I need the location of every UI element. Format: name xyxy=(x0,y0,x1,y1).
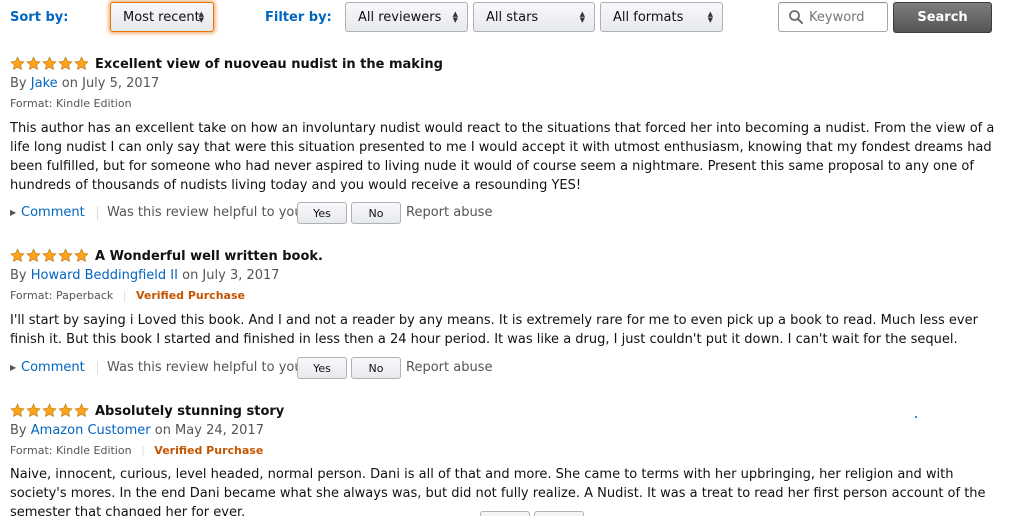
star-icon xyxy=(10,56,25,70)
author-link[interactable]: Amazon Customer xyxy=(31,423,151,438)
star-rating xyxy=(10,248,89,264)
review-byline: By Amazon Customer on May 24, 2017 xyxy=(10,423,264,438)
by-label: By xyxy=(10,76,27,91)
star-icon xyxy=(42,403,57,417)
review-actions: ▶ Comment Was this review helpful to you… xyxy=(10,357,610,381)
format-text: Format: Kindle Edition xyxy=(10,444,132,457)
author-link[interactable]: Jake xyxy=(31,76,58,91)
separator: | xyxy=(122,289,127,302)
divider xyxy=(97,206,98,220)
review-item: A Wonderful well written book. By Howard… xyxy=(10,248,1012,381)
sort-label: Sort by: xyxy=(10,10,69,25)
search-icon xyxy=(789,10,803,24)
filter-label: Filter by: xyxy=(265,10,332,25)
yes-button[interactable]: Yes xyxy=(297,357,347,379)
separator: | xyxy=(141,444,145,457)
star-rating xyxy=(10,56,89,72)
by-label: By xyxy=(10,268,27,283)
review-actions: ▶ Comment Was this review helpful to you… xyxy=(10,202,610,226)
star-icon xyxy=(58,56,73,70)
review-byline: By Howard Beddingfield II on July 3, 201… xyxy=(10,268,280,283)
review-item: Excellent view of nuoveau nudist in the … xyxy=(10,56,1012,226)
star-icon xyxy=(74,248,89,262)
reviewers-filter-select[interactable]: All reviewers ▲ ▼ xyxy=(345,2,468,32)
review-date: on May 24, 2017 xyxy=(154,423,264,438)
formats-filter-value: All formats xyxy=(613,10,684,25)
by-label: By xyxy=(10,423,27,438)
star-icon xyxy=(42,56,57,70)
helpful-question: Was this review helpful to you? xyxy=(107,360,310,375)
review-title[interactable]: A Wonderful well written book. xyxy=(95,249,323,264)
review-item: Absolutely stunning story By Amazon Cust… xyxy=(10,403,1012,516)
comment-link[interactable]: Comment xyxy=(21,205,85,220)
yes-button[interactable]: Yes xyxy=(297,202,347,224)
review-body: I'll start by saying i Loved this book. … xyxy=(10,313,978,347)
verified-purchase-badge: Verified Purchase xyxy=(135,289,245,302)
review-toolbar: Sort by: Most recent ▲ ▼ Filter by: All r… xyxy=(0,0,1012,36)
review-format: Format: Paperback | Verified Purchase xyxy=(10,289,245,302)
search-button[interactable]: Search xyxy=(893,2,992,33)
review-format: Format: Kindle Edition | Verified Purcha… xyxy=(10,444,263,457)
format-text: Format: Kindle Edition xyxy=(10,97,132,110)
review-format: Format: Kindle Edition xyxy=(10,97,132,110)
expand-caret-icon: ▶ xyxy=(10,363,17,372)
expand-caret-icon: ▶ xyxy=(10,208,17,217)
review-title[interactable]: Excellent view of nuoveau nudist in the … xyxy=(95,57,443,72)
star-icon xyxy=(26,56,41,70)
star-icon xyxy=(42,248,57,262)
no-button[interactable]: No xyxy=(351,202,401,224)
no-button[interactable]: No xyxy=(351,357,401,379)
formats-filter-select[interactable]: All formats ▲ ▼ xyxy=(600,2,723,32)
star-icon xyxy=(74,403,89,417)
star-icon xyxy=(26,248,41,262)
author-link[interactable]: Howard Beddingfield II xyxy=(31,268,178,283)
sort-select[interactable]: Most recent ▲ ▼ xyxy=(110,2,214,32)
sort-select-value: Most recent xyxy=(123,10,200,25)
stray-dot xyxy=(915,416,917,418)
helpful-question: Was this review helpful to you? xyxy=(107,205,310,220)
divider xyxy=(97,361,98,375)
format-text: Format: Paperback xyxy=(10,289,114,302)
keyword-input[interactable] xyxy=(809,7,885,27)
star-icon xyxy=(74,56,89,70)
verified-purchase-badge: Verified Purchase xyxy=(154,444,264,457)
star-icon xyxy=(26,403,41,417)
comment-link[interactable]: Comment xyxy=(21,360,85,375)
select-arrows-icon: ▲ ▼ xyxy=(707,10,713,24)
review-title[interactable]: Absolutely stunning story xyxy=(95,404,284,419)
star-icon xyxy=(10,403,25,417)
report-abuse-link[interactable]: Report abuse xyxy=(406,205,492,220)
review-body: This author has an excellent take on how… xyxy=(10,121,995,193)
select-arrows-icon: ▲ ▼ xyxy=(452,10,458,24)
no-button-partial[interactable] xyxy=(534,511,584,516)
keyword-field[interactable] xyxy=(778,2,888,32)
review-byline: By Jake on July 5, 2017 xyxy=(10,76,159,91)
select-arrows-icon: ▲ ▼ xyxy=(198,10,204,24)
star-rating xyxy=(10,403,89,419)
star-icon xyxy=(58,248,73,262)
review-date: on July 3, 2017 xyxy=(182,268,280,283)
stars-filter-select[interactable]: All stars ▲ ▼ xyxy=(473,2,595,32)
review-body: Naive, innocent, curious, level headed, … xyxy=(10,467,986,516)
star-icon xyxy=(10,248,25,262)
review-date: on July 5, 2017 xyxy=(61,76,160,91)
reviewers-filter-value: All reviewers xyxy=(358,10,442,25)
report-abuse-link[interactable]: Report abuse xyxy=(406,360,492,375)
yes-button-partial[interactable] xyxy=(480,511,530,516)
select-arrows-icon: ▲ ▼ xyxy=(579,10,585,24)
star-icon xyxy=(58,403,73,417)
stars-filter-value: All stars xyxy=(486,10,539,25)
